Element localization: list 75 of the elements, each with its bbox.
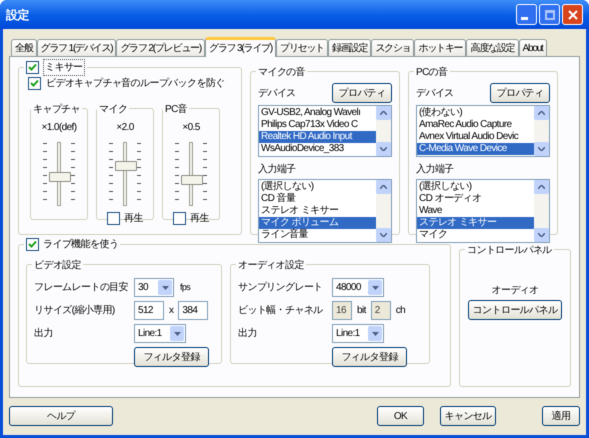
tab[interactable]: グラフ 3(ライブ)	[205, 37, 276, 57]
audio-label: オーディオ	[491, 284, 538, 298]
unit-label: fps	[180, 280, 190, 294]
list-item[interactable]: Wave	[417, 205, 534, 217]
tab[interactable]: グラフ 1(デバイス)	[36, 39, 116, 56]
field-label: ビット幅・チャネル	[238, 304, 324, 318]
width-field[interactable]: 512	[134, 301, 164, 320]
field-label: デバイス	[258, 86, 296, 100]
apply-button[interactable]: 適用	[542, 406, 580, 426]
window-title: 設定	[6, 6, 29, 24]
group-title: PCの音	[416, 67, 448, 78]
properties-button[interactable]: プロパティ	[332, 83, 392, 103]
ok-button[interactable]: OK	[377, 406, 424, 426]
list-item[interactable]: マイク	[417, 229, 534, 241]
field-label: 出力	[34, 326, 54, 341]
checkbox-label: ビデオキャプチャ音のループバックを防ぐ	[46, 76, 225, 91]
group-title: コントロールパネル	[467, 245, 552, 256]
field-label: フレームレートの目安	[34, 280, 130, 295]
help-button[interactable]: ヘルプ	[9, 406, 113, 426]
list-item[interactable]: Philips Cap713x Video C	[259, 119, 376, 131]
tab[interactable]: About	[518, 39, 547, 56]
checkbox-label: ミキサー	[43, 59, 85, 76]
cancel-button[interactable]: キャンセル	[440, 406, 496, 426]
output-dropdown[interactable]: Line:1	[134, 324, 186, 343]
group-title: キャプチャ	[33, 104, 80, 115]
list-item[interactable]: (選択しない)	[417, 181, 534, 193]
field-label: 入力端子	[258, 162, 297, 177]
group-title: オーディオ設定	[238, 260, 304, 271]
field-label: サンプリングレート	[238, 280, 324, 295]
unit-label: ch	[396, 304, 406, 318]
group-title: マイクの音	[258, 67, 306, 78]
list-item[interactable]: AmaRec Audio Capture	[417, 119, 534, 131]
list-item[interactable]: ステレオ ミキサー	[417, 217, 534, 229]
checkbox-label: ライブ機能を使う	[43, 238, 118, 252]
filter-button[interactable]: フィルタ登録	[134, 347, 209, 367]
tab[interactable]: プリセット	[276, 39, 328, 56]
field-label: 出力	[238, 326, 258, 341]
field-label: 入力端子	[416, 162, 455, 177]
gain-value: ×0.5	[181, 121, 201, 135]
filter-button[interactable]: フィルタ登録	[332, 347, 407, 367]
sample-rate-dropdown[interactable]: 48000	[332, 278, 384, 297]
list-item[interactable]: CD 音量	[259, 193, 376, 205]
checkbox-label: 再生	[124, 212, 143, 226]
list-item[interactable]: (使わない)	[417, 107, 534, 119]
group-title: マイク	[99, 104, 128, 115]
height-field[interactable]: 384	[178, 301, 208, 320]
list-item[interactable]: ステレオ ミキサー	[259, 205, 376, 217]
group-title: PC音	[165, 104, 188, 115]
list-item[interactable]: マイク ボリューム	[259, 217, 376, 229]
list-item[interactable]: WsAudioDevice_383	[259, 143, 376, 155]
field-label: リサイズ(縮小専用)	[34, 304, 116, 318]
checkbox-label: 再生	[190, 212, 209, 226]
list-item[interactable]: CD オーディオ	[417, 193, 534, 205]
field-label: デバイス	[416, 86, 454, 100]
properties-button[interactable]: プロパティ	[490, 83, 550, 103]
gain-value: ×2.0	[115, 121, 135, 135]
list-item[interactable]: C-Media Wave Device	[417, 143, 534, 155]
tab[interactable]: 全般	[11, 39, 37, 56]
list-item[interactable]: Avnex Virtual Audio Devic	[417, 131, 534, 143]
tab[interactable]: 録画設定	[328, 39, 372, 56]
list-item[interactable]: (選択しない)	[259, 181, 376, 193]
tab[interactable]: ホットキー	[414, 39, 466, 56]
group-title: ビデオ設定	[34, 260, 82, 271]
output-dropdown[interactable]: Line:1	[332, 324, 384, 343]
control-panel-button[interactable]: コントロールパネル	[468, 300, 562, 320]
times-sign: x	[169, 304, 174, 318]
tab[interactable]: 高度な設定	[466, 39, 518, 56]
unit-label: bit	[357, 304, 366, 318]
list-item[interactable]: GV-USB2, Analog Wavelı	[259, 107, 376, 119]
tab[interactable]: スクショ	[371, 39, 414, 56]
list-item[interactable]: ライン音量	[259, 229, 376, 241]
gain-value: ×1.0(def)	[40, 121, 78, 135]
framerate-dropdown[interactable]: 30	[134, 278, 174, 297]
list-item[interactable]: Realtek HD Audio Input	[259, 131, 376, 143]
tab[interactable]: グラフ 2(プレビュー)	[116, 39, 206, 56]
